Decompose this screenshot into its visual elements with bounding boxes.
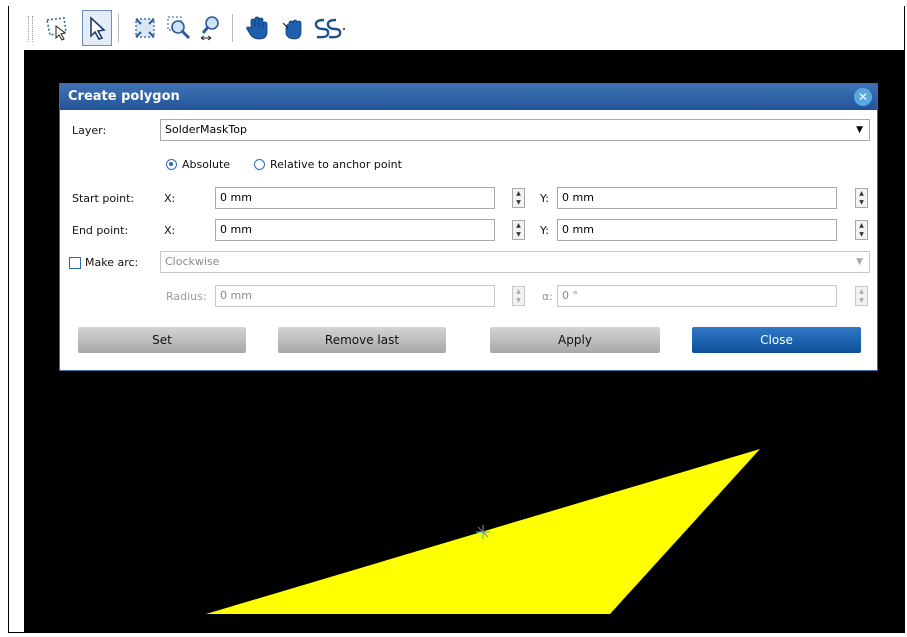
close-icon[interactable]: ✕ bbox=[854, 88, 872, 106]
end-y-label: Y: bbox=[540, 224, 549, 237]
layer-label: Layer: bbox=[72, 124, 107, 137]
pointer-select-icon[interactable] bbox=[82, 10, 112, 46]
alpha-stepper[interactable]: ▲ ▼ bbox=[855, 286, 868, 306]
end-x-label: X: bbox=[164, 224, 176, 237]
dialog-title: Create polygon bbox=[68, 89, 180, 104]
hand-grab-icon[interactable] bbox=[278, 10, 308, 46]
snap-icon[interactable] bbox=[312, 10, 346, 46]
start-x-stepper[interactable]: ▲ ▼ bbox=[512, 188, 525, 208]
make-arc-label: Make arc: bbox=[85, 256, 139, 269]
end-point-label: End point: bbox=[72, 224, 129, 237]
toolbar bbox=[24, 8, 904, 50]
alpha-input[interactable]: 0 ° bbox=[557, 285, 837, 307]
arc-direction-dropdown[interactable]: Clockwise ▼ bbox=[160, 251, 870, 273]
start-y-stepper[interactable]: ▲ ▼ bbox=[855, 188, 868, 208]
dialog-titlebar[interactable]: Create polygon ✕ bbox=[60, 84, 877, 110]
start-x-input[interactable]: 0 mm bbox=[215, 187, 495, 209]
layer-dropdown[interactable]: SolderMaskTop ▼ bbox=[160, 119, 870, 141]
chevron-down-icon: ▼ bbox=[856, 125, 863, 135]
relative-radio[interactable] bbox=[254, 159, 265, 170]
start-y-input[interactable]: 0 mm bbox=[557, 187, 837, 209]
end-x-stepper[interactable]: ▲ ▼ bbox=[512, 220, 525, 240]
start-x-label: X: bbox=[164, 192, 176, 205]
alpha-label: α: bbox=[542, 290, 553, 303]
toolbar-separator bbox=[232, 14, 233, 42]
make-arc-checkbox[interactable] bbox=[69, 257, 81, 269]
remove-last-button[interactable]: Remove last bbox=[278, 327, 446, 353]
lasso-select-icon[interactable] bbox=[42, 10, 72, 46]
close-button[interactable]: Close bbox=[692, 327, 861, 353]
zoom-pan-icon[interactable] bbox=[196, 10, 226, 46]
set-button[interactable]: Set bbox=[78, 327, 246, 353]
chevron-down-icon: ▼ bbox=[856, 257, 863, 267]
toolbar-grip[interactable] bbox=[28, 16, 33, 42]
radius-stepper[interactable]: ▲ ▼ bbox=[512, 286, 525, 306]
apply-button[interactable]: Apply bbox=[490, 327, 660, 353]
radius-input[interactable]: 0 mm bbox=[215, 285, 495, 307]
radius-label: Radius: bbox=[166, 290, 207, 303]
toolbar-separator bbox=[118, 14, 119, 42]
end-y-stepper[interactable]: ▲ ▼ bbox=[855, 220, 868, 240]
end-y-input[interactable]: 0 mm bbox=[557, 219, 837, 241]
zoom-fit-icon[interactable] bbox=[130, 10, 160, 46]
start-y-label: Y: bbox=[540, 192, 549, 205]
arc-direction-value: Clockwise bbox=[165, 255, 220, 268]
relative-label: Relative to anchor point bbox=[270, 158, 402, 171]
layer-value: SolderMaskTop bbox=[165, 123, 247, 136]
absolute-radio[interactable] bbox=[166, 159, 177, 170]
end-x-input[interactable]: 0 mm bbox=[215, 219, 495, 241]
start-point-label: Start point: bbox=[72, 192, 135, 205]
zoom-window-icon[interactable] bbox=[164, 10, 194, 46]
absolute-label: Absolute bbox=[182, 158, 231, 171]
hand-pan-icon[interactable] bbox=[242, 10, 272, 46]
